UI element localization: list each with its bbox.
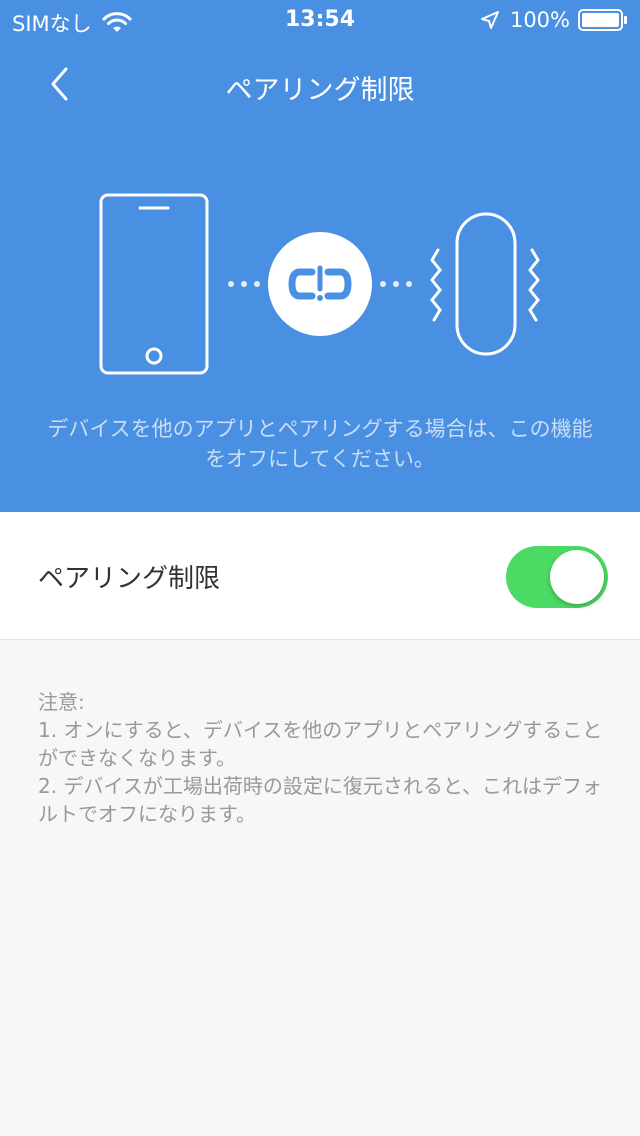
dots-right xyxy=(380,281,412,287)
location-arrow-icon xyxy=(480,11,499,29)
page-title: ペアリング制限 xyxy=(225,75,415,106)
pairing-illustration xyxy=(99,193,540,375)
header-description: デバイスを他のアプリとペアリングする場合は、この機能をオフにしてください。 xyxy=(47,417,593,471)
notes-item-2: 2. デバイスが工場出荷時の設定に復元されると、これはデフォルトでオフになります… xyxy=(38,774,603,826)
header-banner: SIMなし 13:54 100% ペアリング制限 デバイスを他のアプリとペアリン… xyxy=(0,0,640,512)
battery-percent: 100% xyxy=(509,8,570,32)
vibration-icon xyxy=(430,248,540,322)
notes-section: 注意: 1. オンにすると、デバイスを他のアプリとペアリングすることができなくな… xyxy=(38,688,604,828)
band-device-icon xyxy=(455,212,517,356)
dots-left xyxy=(228,281,260,287)
setting-label: ペアリング制限 xyxy=(38,564,221,594)
navigation-bar: ペアリング制限 xyxy=(0,58,640,110)
notes-item-1: 1. オンにすると、デバイスを他のアプリとペアリングすることができなくなります。 xyxy=(38,718,603,770)
pairing-restriction-toggle[interactable] xyxy=(506,546,608,608)
notes-heading: 注意: xyxy=(38,690,85,714)
status-bar: SIMなし 13:54 100% xyxy=(0,0,640,40)
toggle-knob xyxy=(550,550,604,604)
pairing-restriction-row: ペアリング制限 xyxy=(0,512,640,640)
phone-icon xyxy=(99,193,209,375)
battery-icon xyxy=(578,9,627,31)
broken-link-icon xyxy=(268,232,372,336)
status-right: 100% xyxy=(480,8,628,32)
